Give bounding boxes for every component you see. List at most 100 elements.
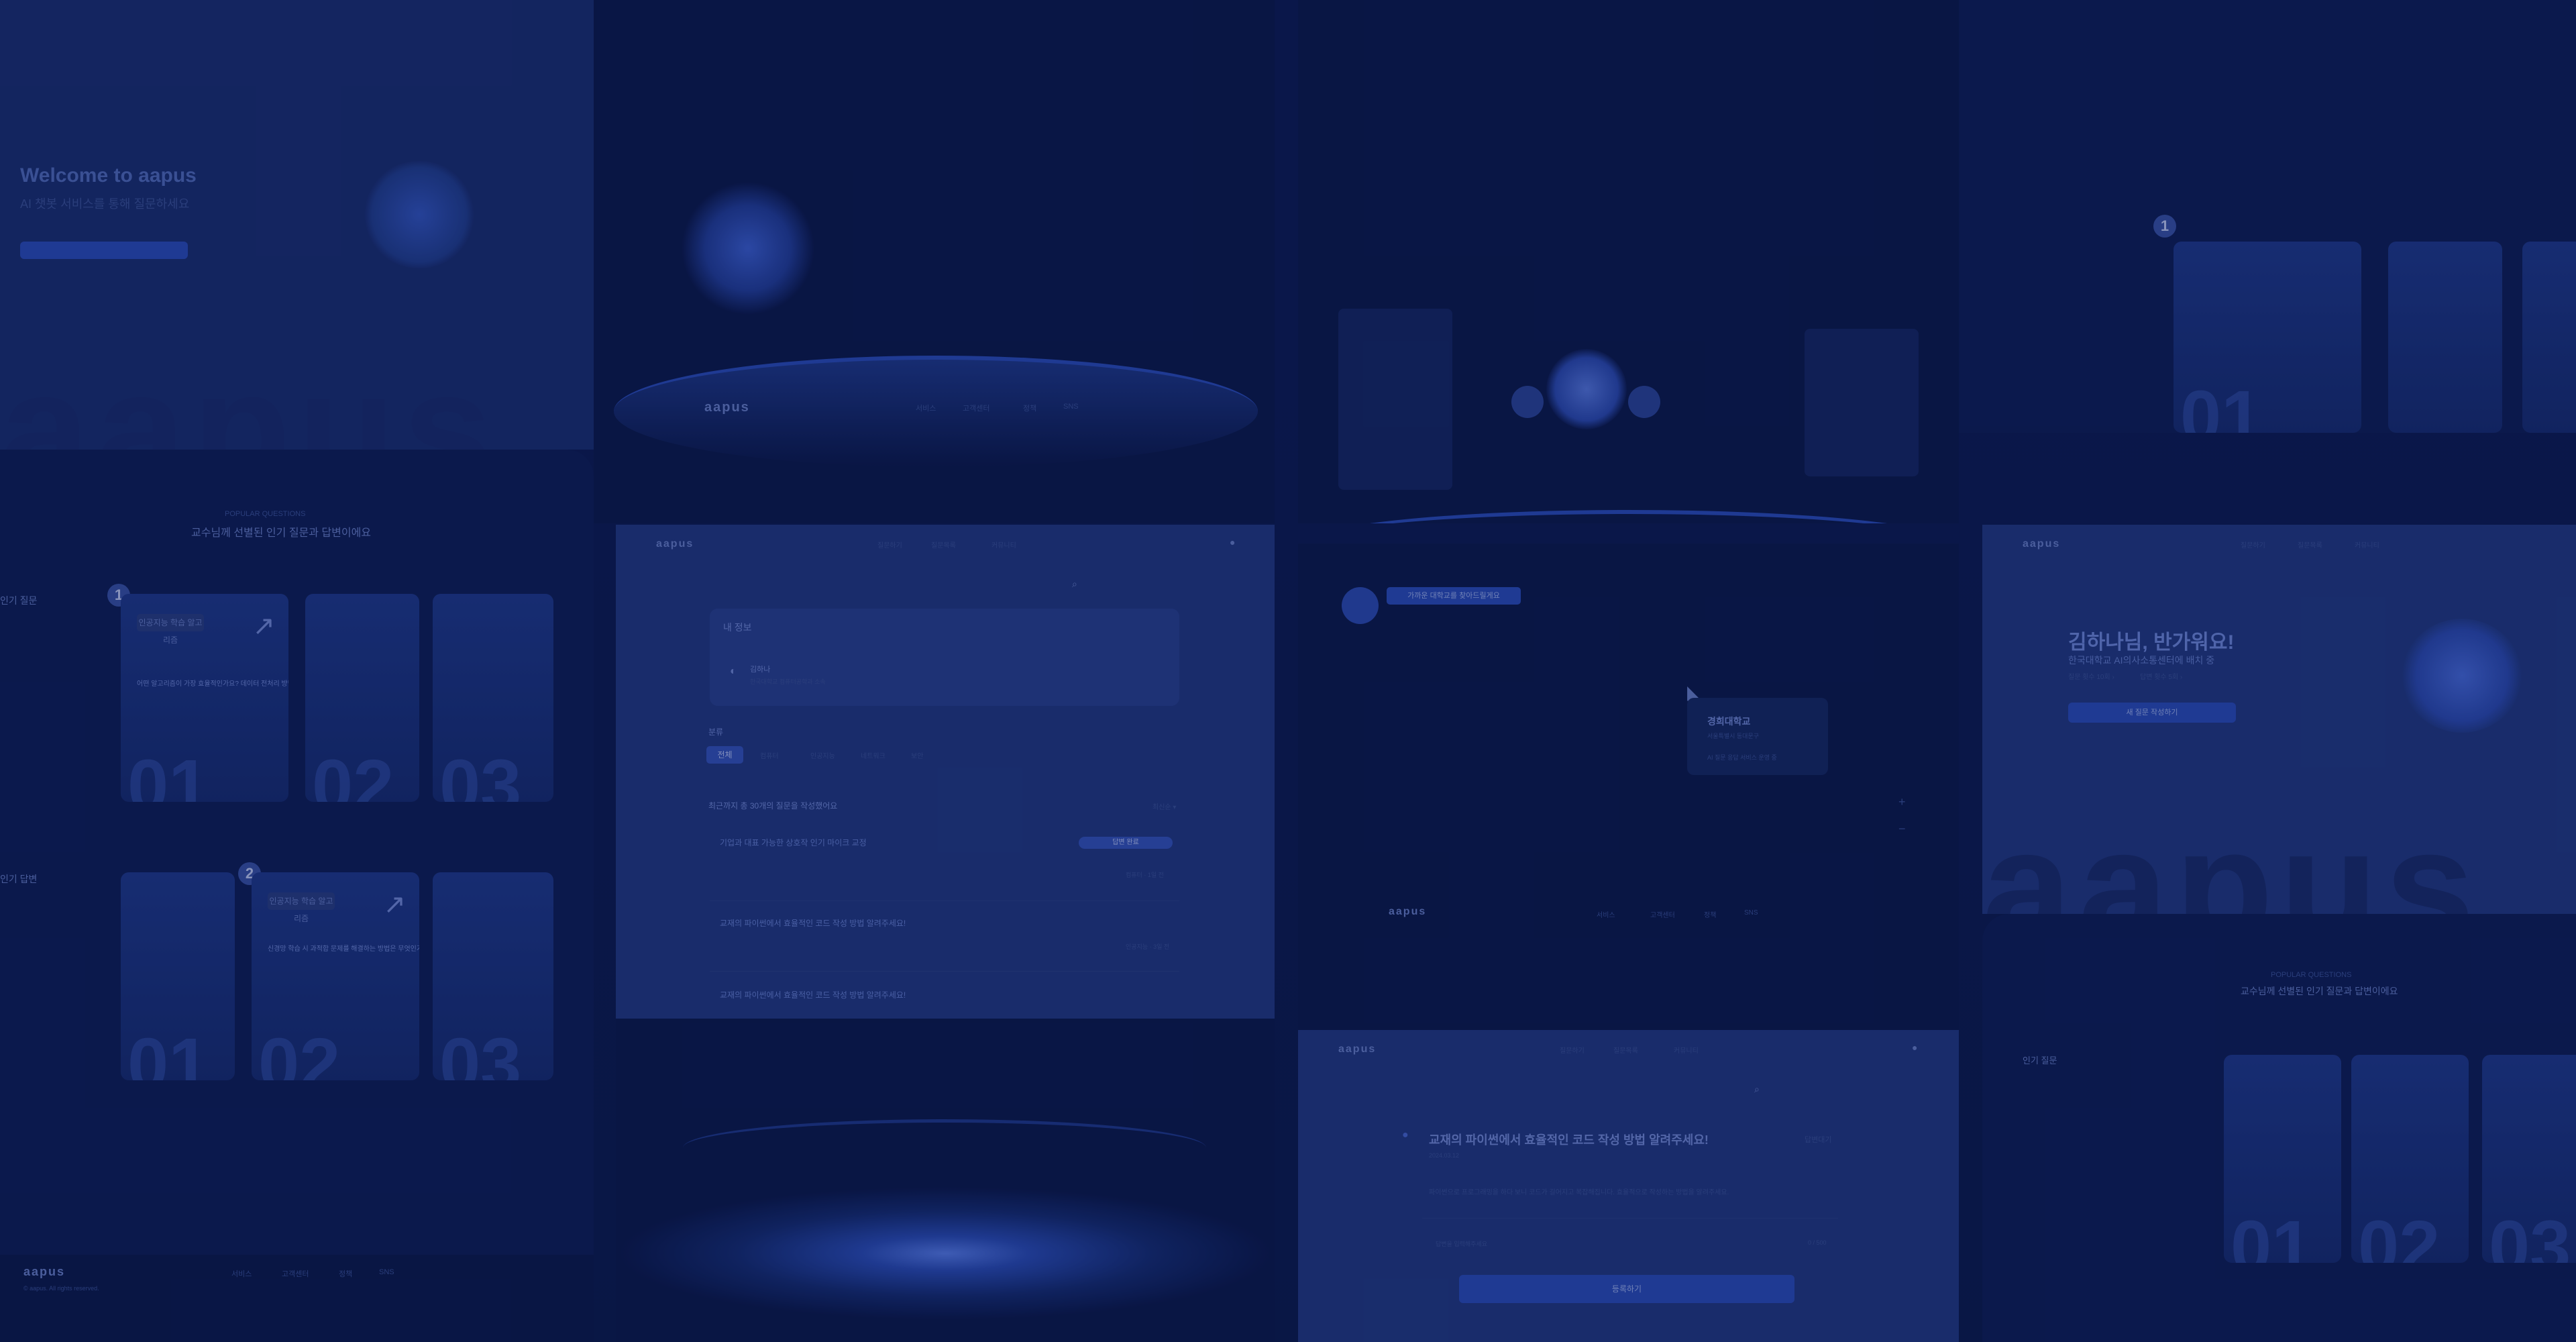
footer-col-2[interactable]: 고객센터 — [282, 1268, 309, 1279]
section-popular-answers: 인기 답변 — [0, 874, 38, 884]
footer-copyright: © aapus. All rights reserved. — [23, 1285, 99, 1292]
question-title-1[interactable]: 기업과 대표 가능한 상호작 인기 마이크 교정 — [720, 837, 867, 848]
submit-button[interactable]: 등록하기 — [1459, 1275, 1794, 1303]
footer-col-3[interactable]: 정책 — [1704, 909, 1716, 919]
question-meta-2: 인공지능 · 3일 전 — [1126, 943, 1170, 950]
popular-card-3[interactable]: 03 — [2482, 1055, 2576, 1263]
hero-title: Welcome to aapus — [20, 164, 197, 187]
popular-question-card-3[interactable]: 03 — [433, 594, 553, 802]
card-number: 01 — [2180, 376, 2263, 433]
tab-computer[interactable]: 컴퓨터 — [760, 750, 779, 760]
sort-dropdown[interactable]: 최신순 ▾ — [1152, 801, 1176, 811]
footer-col-2[interactable]: 고객센터 — [963, 403, 989, 413]
footer-col-4[interactable]: SNS — [1063, 403, 1079, 411]
mic-button-icon[interactable] — [1511, 386, 1544, 418]
popular-question-card-2[interactable]: 02 — [305, 594, 419, 802]
questions-page: aapus 질문하기 질문목록 커뮤니티 ● ⌕ 내 정보 ◐ 김하나 한국대학… — [616, 525, 1275, 1019]
footer-col-1[interactable]: 서비스 — [1597, 909, 1615, 919]
zoom-out-icon[interactable]: − — [1898, 822, 1906, 836]
detail-title: 교재의 파이썬에서 효율적인 코드 작성 방법 알려주세요! — [1429, 1133, 1709, 1147]
arrow-icon[interactable]: ↗ — [383, 889, 406, 920]
popular-card-1[interactable]: 01 — [2174, 242, 2361, 433]
greeting-title: 김하나님, 반가워요! — [2068, 631, 2235, 654]
detail-date: 2024.03.12 — [1429, 1152, 1460, 1159]
nav-community[interactable]: 커뮤니티 — [991, 539, 1016, 550]
question-title-2[interactable]: 교재의 파이썬에서 효율적인 코드 작성 방법 알려주세요! — [720, 917, 906, 929]
stat-questions[interactable]: 질문 횟수 10회 › — [2068, 671, 2114, 681]
university-name: 경희대학교 — [1707, 716, 1751, 727]
question-count: 최근까지 총 30개의 질문을 작성했어요 — [708, 801, 838, 811]
divider — [1422, 1218, 1838, 1219]
user-name: 김하나 — [750, 666, 771, 674]
question-q-icon: ● — [1402, 1129, 1409, 1141]
chatbot-avatar-icon — [1342, 587, 1379, 624]
nav-community[interactable]: 커뮤니티 — [1674, 1045, 1699, 1055]
footer-col-1[interactable]: 서비스 — [231, 1268, 252, 1279]
map-page: 가까운 대학교를 찾아드릴게요 ◣ 경희대학교 서울특별시 동대문구 AI 질문… — [1298, 544, 1959, 1030]
card-number: 03 — [439, 745, 522, 802]
nav-ask[interactable]: 질문하기 — [1560, 1045, 1585, 1055]
popular-card-1[interactable]: 01 — [2224, 1055, 2341, 1263]
answer-status-badge: 답변 완료 — [1079, 837, 1173, 849]
footer-col-1[interactable]: 서비스 — [916, 403, 936, 413]
my-info-title: 내 정보 — [723, 622, 752, 633]
footer-col-2[interactable]: 고객센터 — [1650, 909, 1675, 919]
user-icon[interactable]: ● — [1230, 537, 1235, 548]
chatbot-speech-bubble: 가까운 대학교를 찾아드릴게요 — [1387, 587, 1521, 605]
popular-answer-card-1[interactable]: 01 — [121, 872, 235, 1080]
card-number: 02 — [2358, 1206, 2440, 1263]
speaker-button-icon[interactable] — [1628, 386, 1660, 418]
university-desc: AI 질문 응답 서비스 운영 중 — [1707, 754, 1777, 761]
popular-card-3[interactable] — [2522, 242, 2576, 433]
footer-col-4[interactable]: SNS — [379, 1268, 394, 1276]
arrow-icon[interactable]: ↗ — [252, 611, 275, 641]
search-icon[interactable]: ⌕ — [1072, 578, 1077, 590]
university-info-card[interactable]: 경희대학교 서울특별시 동대문구 AI 질문 응답 서비스 운영 중 — [1687, 698, 1828, 775]
footer-col-3[interactable]: 정책 — [1023, 403, 1036, 413]
nav-community[interactable]: 커뮤니티 — [2355, 539, 2379, 550]
card-number: 02 — [258, 1023, 341, 1080]
section-popular-questions: 인기 질문 — [0, 595, 38, 606]
user-icon[interactable]: ● — [1912, 1042, 1917, 1053]
card-answer: 신경망 학습 시 과적합 문제를 해결하는 방법은 무엇인가요? — [268, 945, 419, 953]
card-tag: 인공지능 학습 알고리즘 — [137, 614, 204, 645]
category-title: 분류 — [708, 727, 724, 737]
stat-answers[interactable]: 답변 횟수 5회 › — [2140, 671, 2182, 681]
wave-light — [616, 1186, 1275, 1321]
zoom-in-icon[interactable]: + — [1898, 795, 1906, 809]
nav-ask[interactable]: 질문하기 — [2241, 539, 2265, 550]
chatbot-orb-icon[interactable] — [1546, 349, 1627, 429]
nav-list[interactable]: 질문목록 — [931, 539, 956, 550]
tab-security[interactable]: 보안 — [911, 750, 923, 760]
nav-ask[interactable]: 질문하기 — [877, 539, 902, 550]
popular-card-2[interactable] — [2388, 242, 2502, 433]
header-logo[interactable]: aapus — [2023, 538, 2060, 550]
popular-card-2[interactable]: 02 — [2351, 1055, 2469, 1263]
right-side-list — [1805, 329, 1919, 476]
header-logo[interactable]: aapus — [1338, 1043, 1376, 1055]
tab-ai[interactable]: 인공지능 — [810, 750, 835, 760]
popular-kicker: POPULAR QUESTIONS — [225, 510, 306, 518]
card-number: 02 — [312, 745, 394, 802]
tab-all[interactable]: 전체 — [706, 746, 743, 764]
user-desc: 한국대학교 컴퓨터공학과 소속 — [750, 678, 826, 685]
popular-section: POPULAR QUESTIONS 교수님께 선별된 인기 질문과 답변이에요 … — [0, 450, 594, 1255]
hero-cta-button[interactable] — [20, 242, 188, 259]
tab-network[interactable]: 네트워크 — [861, 750, 885, 760]
footer-col-3[interactable]: 정책 — [339, 1268, 352, 1279]
card-number: 03 — [439, 1023, 522, 1080]
new-question-button[interactable]: 새 질문 작성하기 — [2068, 703, 2236, 723]
nav-list[interactable]: 질문목록 — [1613, 1045, 1638, 1055]
search-icon[interactable]: ⌕ — [1754, 1084, 1760, 1095]
nav-list[interactable]: 질문목록 — [2298, 539, 2322, 550]
footer-col-4[interactable]: SNS — [1744, 909, 1758, 917]
chatbot-panel — [1298, 0, 1959, 523]
popular-answer-card-2[interactable]: 인공지능 학습 알고리즘 ↗ 신경망 학습 시 과적합 문제를 해결하는 방법은… — [252, 872, 419, 1080]
popular-answer-card-3[interactable]: 03 — [433, 872, 553, 1080]
landing-page: aapus 질문하기 질문목록 커뮤니티 김하나님, 반가워요! 한국대학교 A… — [1982, 525, 2576, 914]
question-title-3[interactable]: 교재의 파이썬에서 효율적인 코드 작성 방법 알려주세요! — [720, 989, 906, 1000]
answer-input[interactable]: 답변을 입력해주세요 — [1436, 1239, 1487, 1248]
landing-big-word: aapus — [1982, 796, 2481, 914]
popular-question-card-1[interactable]: 인공지능 학습 알고리즘 ↗ 어떤 알고리즘이 가장 효율적인가요? 데이터 전… — [121, 594, 288, 802]
header-logo[interactable]: aapus — [656, 538, 694, 550]
